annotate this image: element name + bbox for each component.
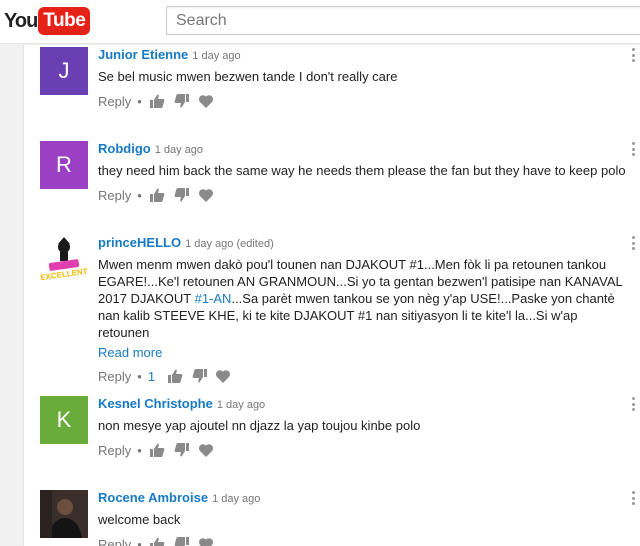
thumbs-up-icon[interactable] bbox=[165, 368, 185, 384]
comment-time[interactable]: 1 day ago bbox=[192, 50, 240, 62]
thumbs-up-icon[interactable] bbox=[148, 93, 168, 109]
reply-button[interactable]: Reply bbox=[98, 188, 131, 203]
read-more-link[interactable]: Read more bbox=[98, 345, 628, 360]
avatar[interactable]: K bbox=[40, 396, 88, 444]
separator-dot: • bbox=[137, 93, 142, 109]
more-options-icon[interactable] bbox=[628, 396, 638, 412]
comment-text: Se bel music mwen bezwen tande I don't r… bbox=[98, 69, 398, 84]
thumbs-down-icon[interactable] bbox=[172, 93, 192, 109]
heart-icon[interactable] bbox=[196, 442, 216, 458]
youtube-logo[interactable]: You Tube bbox=[4, 7, 91, 35]
comment-text: they need him back the same way he needs… bbox=[98, 163, 626, 178]
thumbs-up-icon[interactable] bbox=[148, 536, 168, 546]
comment-author[interactable]: Robdigo bbox=[98, 141, 151, 156]
top-bar: You Tube bbox=[0, 0, 640, 44]
comment-time[interactable]: 1 day ago bbox=[155, 144, 203, 156]
heart-icon[interactable] bbox=[213, 368, 233, 384]
comment-author[interactable]: princeHELLO bbox=[98, 235, 181, 250]
user-photo-icon bbox=[40, 490, 88, 538]
like-count: 1 bbox=[147, 368, 156, 384]
avatar[interactable]: R bbox=[40, 141, 88, 189]
thumbs-down-icon[interactable] bbox=[172, 442, 192, 458]
comments-section: J Junior Etienne 1 day ago Se bel music m… bbox=[24, 45, 640, 546]
reply-button[interactable]: Reply bbox=[98, 443, 131, 458]
comment-time[interactable]: 1 day ago bbox=[217, 399, 265, 411]
avatar-letter: R bbox=[56, 152, 72, 177]
more-options-icon[interactable] bbox=[628, 47, 638, 63]
search-box[interactable] bbox=[166, 6, 640, 35]
heart-icon[interactable] bbox=[196, 536, 216, 546]
comment-time[interactable]: 1 day ago (edited) bbox=[185, 238, 274, 250]
reply-button[interactable]: Reply bbox=[98, 369, 131, 384]
comment-text: Mwen menm mwen dakò pou'l tounen nan DJA… bbox=[98, 256, 628, 341]
avatar[interactable]: J bbox=[40, 47, 88, 95]
thumbs-up-icon[interactable] bbox=[148, 187, 168, 203]
thumbs-down-icon[interactable] bbox=[172, 187, 192, 203]
separator-dot: • bbox=[137, 187, 142, 203]
thumbs-down-icon[interactable] bbox=[172, 536, 192, 546]
heart-icon[interactable] bbox=[196, 93, 216, 109]
separator-dot: • bbox=[137, 368, 142, 384]
comment-author[interactable]: Kesnel Christophe bbox=[98, 396, 213, 411]
reply-button[interactable]: Reply bbox=[98, 537, 131, 546]
separator-dot: • bbox=[137, 536, 142, 546]
comment-text: welcome back bbox=[98, 512, 181, 527]
more-options-icon[interactable] bbox=[628, 141, 638, 157]
avatar[interactable]: EXCELLENT bbox=[40, 235, 88, 283]
logo-tube-text: Tube bbox=[38, 7, 91, 35]
thumbs-up-icon[interactable] bbox=[148, 442, 168, 458]
avatar[interactable] bbox=[40, 490, 88, 538]
comment-author[interactable]: Junior Etienne bbox=[98, 47, 188, 62]
reply-button[interactable]: Reply bbox=[98, 94, 131, 109]
separator-dot: • bbox=[137, 442, 142, 458]
avatar-letter: K bbox=[56, 407, 72, 432]
comment-author[interactable]: Rocene Ambroise bbox=[98, 490, 208, 505]
avatar-letter: J bbox=[58, 58, 70, 83]
more-options-icon[interactable] bbox=[628, 235, 638, 251]
logo-you-text: You bbox=[4, 9, 38, 32]
search-input[interactable] bbox=[167, 7, 640, 34]
heart-icon[interactable] bbox=[196, 187, 216, 203]
thumbs-down-icon[interactable] bbox=[189, 368, 209, 384]
comment-time[interactable]: 1 day ago bbox=[212, 493, 260, 505]
excellent-logo-icon: EXCELLENT bbox=[40, 235, 88, 283]
hashtag-link[interactable]: #1-AN bbox=[195, 291, 232, 306]
more-options-icon[interactable] bbox=[628, 490, 638, 506]
comment-text: non mesye yap ajoutel nn djazz la yap to… bbox=[98, 418, 421, 433]
